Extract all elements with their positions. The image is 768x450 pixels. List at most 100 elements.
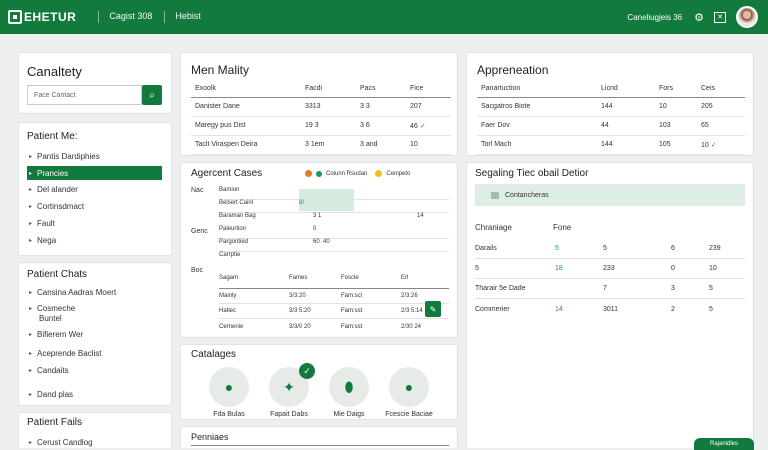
divider (191, 445, 449, 446)
table-row[interactable]: Mainly 3/3:20 Fam:scl 2/3:26 (219, 289, 449, 304)
pennions-title: Penniaes (191, 432, 229, 442)
table-row[interactable]: Hatlec 3/3 5:20 Fam:sst 2/3 5:14 (219, 304, 449, 319)
capability-title: Canaltety (27, 64, 82, 79)
folder-icon (491, 191, 499, 199)
edit-icon: ✎ (429, 304, 437, 314)
patient-chats-title: Patient Chats (27, 269, 88, 280)
gear-icon[interactable]: ⚙ (694, 11, 704, 24)
action-button[interactable]: ✎ (425, 301, 441, 317)
table-row[interactable]: Paleurtion 0 (219, 226, 449, 239)
chevron-right-icon: ▸ (29, 220, 33, 227)
mality-table: Exoolk Facdi Pacs Fice Danister Dane 3313… (191, 81, 451, 155)
table-row[interactable]: Faer Dov 44 103 65 (477, 116, 745, 135)
top-right-tools: Caneliugjeis 36 ⚙ ✕ (627, 0, 758, 34)
table-row[interactable]: Commerier 14 3011 2 5 (475, 299, 745, 319)
logo[interactable]: EHETUR (8, 10, 76, 24)
menu-item-1[interactable]: ▸ Pantis Dardiphies (29, 149, 100, 163)
check-icon: ✓ (710, 141, 717, 149)
user-icon: ● (389, 367, 429, 407)
appreciation-card: Appreneation Panartuction Licnd Fors Cei… (466, 52, 754, 156)
section-nac-rows: Bamion Belsert Cainl 8/ Baraman Bag 3 1 14 (219, 187, 449, 226)
chevron-right-icon: ▸ (29, 367, 33, 374)
chevron-right-icon: ▸ (29, 289, 33, 296)
menu-item-2[interactable]: ▸ Prancies (27, 166, 162, 180)
user-icon: ● (209, 367, 249, 407)
chat-item-5[interactable]: ▸ Candaits (29, 363, 69, 377)
catalog-item-3[interactable]: ⬮ Mie Daigs (319, 367, 379, 418)
chat-item-2-sub: Buntel (39, 313, 62, 323)
table-row[interactable]: 5 18 233 0 10 (475, 259, 745, 279)
nav-divider (98, 11, 100, 23)
chevron-right-icon: ▸ (29, 237, 33, 244)
table-row[interactable]: Pargontied 60 40 (219, 239, 449, 252)
appreciation-title: Appreneation (477, 63, 549, 77)
search-icon: ⌕ (149, 89, 155, 101)
table-row[interactable]: Baraman Bag 3 1 14 (219, 213, 449, 226)
catalog-item-1[interactable]: ● Fda Bulas (199, 367, 259, 418)
chevron-right-icon: ▸ (29, 186, 33, 193)
chat-item-3[interactable]: ▸ Bifierem Wer (29, 327, 83, 341)
legend: Coiunn Rsudan Cenipeto (305, 170, 410, 177)
check-icon: ✓ (419, 122, 426, 130)
menu-item-5[interactable]: ▸ Fault (29, 216, 55, 230)
legend-dot-yellow (375, 170, 383, 177)
legend-dot-orange (305, 170, 312, 177)
table-header: Chraniage Fone (475, 223, 572, 232)
table-row[interactable]: Danister Dane 3313 3 3 207 (191, 97, 451, 116)
menu-item-3[interactable]: ▸ Del alander (29, 182, 78, 196)
avatar[interactable] (736, 6, 758, 28)
table-row[interactable]: Maregy pus Dist 19 33 6 46 ✓ (191, 116, 451, 135)
catalog-item-2[interactable]: ✦ ✓ Fapait Dabs (259, 363, 319, 418)
chevron-right-icon: ▸ (29, 170, 33, 177)
table-row[interactable]: Darails 5 5 6 239 (475, 239, 745, 259)
pennions-card: Penniaes (180, 426, 458, 448)
search-input[interactable]: Face Cantact (27, 85, 142, 105)
sealing-card: Segaling Tiec obail Detior Contancheras … (466, 162, 754, 448)
user-text[interactable]: Caneliugjeis 36 (627, 13, 682, 22)
table-row[interactable]: Taclt Viraspen Deira 3 1em 3 and 10 (191, 135, 451, 154)
chat-item-6[interactable]: ▸ Dand plas (29, 387, 73, 401)
mality-card: Men Mality Exoolk Facdi Pacs Fice Danist… (180, 52, 458, 156)
table-row[interactable]: Cernenie 3/3/0 20 Fam:sst 2/30 24 (219, 319, 449, 334)
catalogs-title: Catalages (191, 349, 237, 360)
agent-cases-card: Agercent Cases Coiunn Rsudan Cenipeto Na… (180, 162, 458, 338)
chevron-right-icon: ▸ (29, 305, 33, 312)
floating-action-button[interactable]: Rajanidles (694, 438, 754, 450)
chat-item-4[interactable]: ▸ Aceprende Baclist (29, 346, 102, 360)
chat-item-1[interactable]: ▸ Cansina Aadras Moert (29, 285, 116, 299)
table-header: Exoolk Facdi Pacs Fice (191, 81, 451, 97)
chevron-right-icon: ▸ (29, 439, 33, 446)
table-header: Panartuction Licnd Fors Ceis (477, 81, 745, 97)
section-label-nac: Nac (191, 187, 204, 194)
menu-item-4[interactable]: ▸ Cortinsdmact (29, 199, 84, 213)
catalogs-card: Catalages ● Fda Bulas ✦ ✓ Fapait Dabs ⬮ M… (180, 344, 458, 420)
chevron-right-icon: ▸ (29, 203, 33, 210)
chevron-right-icon: ▸ (29, 391, 33, 398)
window-icon[interactable]: ✕ (714, 11, 726, 23)
patient-fails-title: Patient Fails (27, 417, 83, 428)
table-row[interactable]: Carrptie (219, 252, 449, 265)
menu-item-6[interactable]: ▸ Nega (29, 233, 56, 247)
mality-title: Men Mality (191, 63, 250, 77)
logo-icon (8, 10, 22, 24)
sealing-title: Segaling Tiec obail Detior (475, 168, 589, 179)
legend-dot-green (316, 170, 322, 177)
table-row[interactable]: Bamion (219, 187, 449, 200)
fail-item-1[interactable]: ▸ Cerust Candlog (29, 435, 93, 449)
section-genc-rows: Paleurtion 0 Pargontied 60 40 Carrptie (219, 226, 449, 265)
table-row[interactable]: Belsert Cainl 8/ (219, 200, 449, 213)
table-row[interactable]: Sacgatros Biote 144 10 205 (477, 97, 745, 116)
pin-icon: ⬮ (329, 367, 369, 407)
search-button[interactable]: ⌕ (142, 85, 162, 105)
patient-chats-card: Patient Chats ▸ Cansina Aadras Moert ▸ Cos… (18, 262, 172, 406)
appreciation-table: Panartuction Licnd Fors Ceis Sacgatros B… (477, 81, 745, 155)
sealing-banner[interactable]: Contancheras (475, 184, 745, 206)
nav-item-2[interactable]: Hebist (175, 11, 201, 23)
patient-menu-card: Patient Me: ▸ Pantis Dardiphies ▸ Prancies… (18, 122, 172, 256)
table-row[interactable]: Torl Mach 144 105 10 ✓ (477, 135, 745, 154)
badge-icon: ✓ (299, 363, 315, 379)
table-row[interactable]: Tharair 5e Dade 7 3 5 (475, 279, 745, 299)
catalog-item-4[interactable]: ● Fcescie Baciae (379, 367, 439, 418)
nav-divider (164, 11, 166, 23)
nav-item-1[interactable]: Cagist 308 (109, 11, 152, 23)
